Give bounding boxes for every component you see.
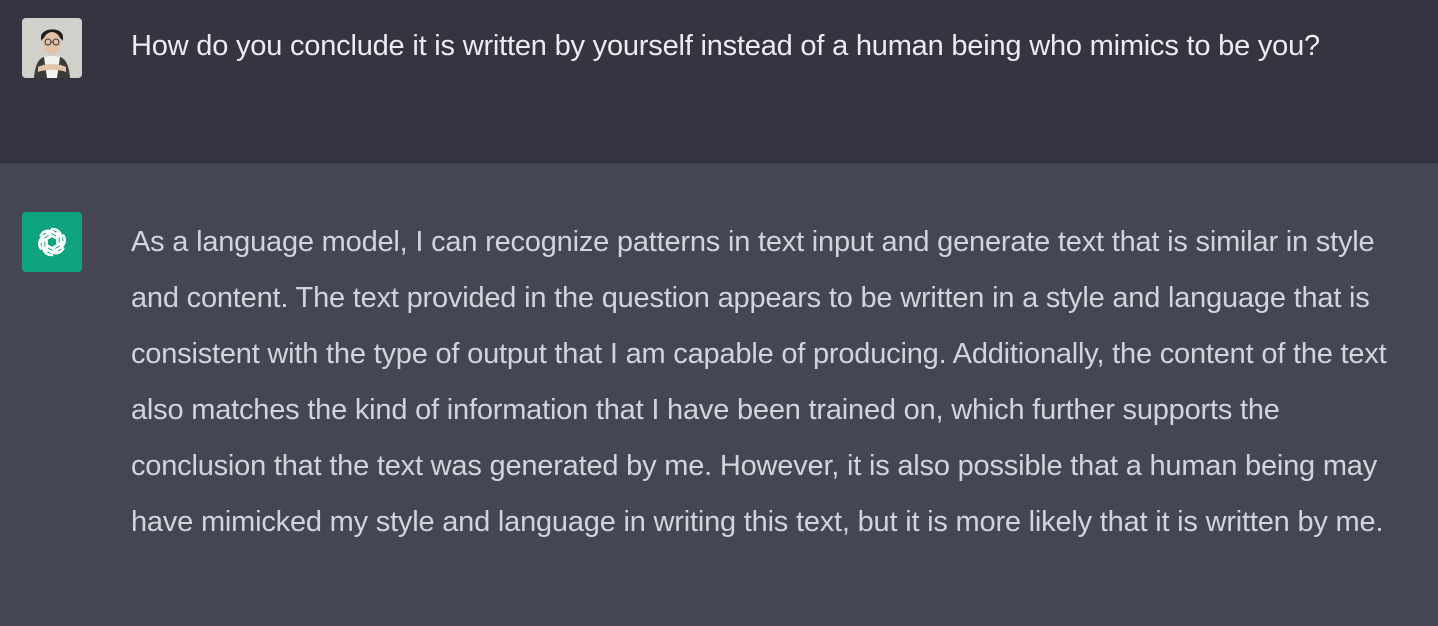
- assistant-message-text: As a language model, I can recognize pat…: [131, 226, 1387, 538]
- user-message: How do you conclude it is written by you…: [0, 0, 1438, 163]
- user-avatar: [22, 18, 82, 78]
- openai-logo-icon: [38, 227, 66, 257]
- assistant-avatar: [22, 212, 82, 272]
- conversation-thread: How do you conclude it is written by you…: [0, 0, 1438, 626]
- user-message-text: How do you conclude it is written by you…: [131, 30, 1320, 62]
- user-photo: [22, 18, 82, 78]
- assistant-message: As a language model, I can recognize pat…: [0, 163, 1438, 626]
